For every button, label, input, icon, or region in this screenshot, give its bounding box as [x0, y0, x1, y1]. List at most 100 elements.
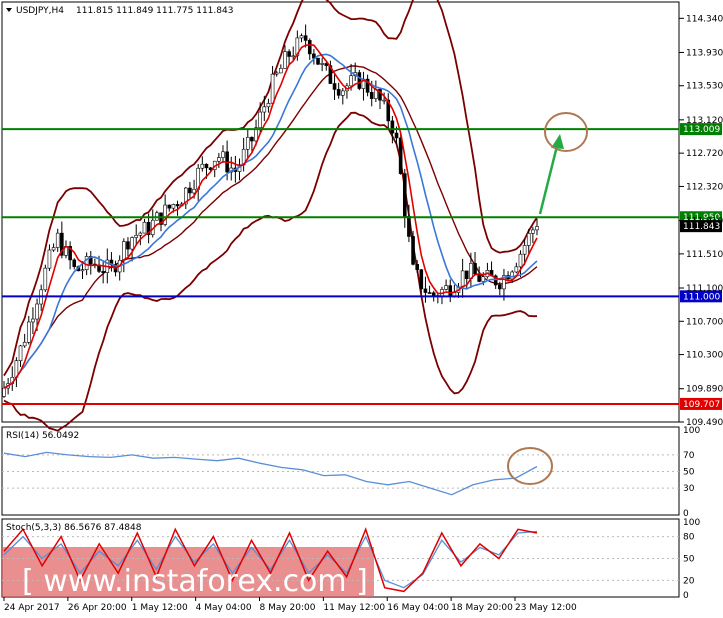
- candle-body: [250, 136, 254, 142]
- candle-body: [535, 226, 539, 231]
- candle-body: [43, 267, 48, 291]
- candle-body: [522, 245, 527, 255]
- candle-body: [55, 232, 60, 248]
- candle-body: [299, 35, 304, 39]
- rsi-tick-label: 30: [683, 484, 695, 494]
- candle-body: [221, 151, 225, 158]
- price-tick-label: 110.700: [686, 317, 723, 327]
- candle-body: [26, 321, 31, 343]
- candle-body: [287, 51, 291, 57]
- candle-body: [171, 204, 176, 209]
- watermark: [ www.instaforex.com ]: [22, 564, 368, 599]
- rsi-tick-label: 100: [683, 426, 700, 436]
- candle-body: [526, 233, 531, 246]
- candle-body: [531, 229, 535, 234]
- candle-body: [134, 234, 139, 238]
- candle-body: [419, 269, 424, 290]
- price-tick-label: 113.530: [686, 82, 723, 92]
- price-tick-label: 111.100: [686, 284, 723, 294]
- candle-body: [402, 173, 407, 217]
- candle-body: [163, 204, 167, 225]
- stoch-tick-label: 80: [683, 533, 695, 543]
- candle-body: [460, 270, 465, 288]
- candle-body: [431, 292, 436, 296]
- candle-body: [303, 35, 308, 41]
- candle-body: [283, 51, 287, 69]
- candle-body: [258, 111, 262, 129]
- price-tick-label: 113.120: [686, 116, 723, 126]
- symbol-label: USDJPY,H4: [16, 6, 64, 16]
- time-tick-label: 8 May 20:00: [260, 603, 316, 613]
- stoch-tick-label: 0: [683, 591, 689, 601]
- rsi-label: RSI(14) 56.0492: [6, 431, 79, 441]
- price-tick-label: 112.320: [686, 182, 723, 192]
- candle-body: [498, 284, 502, 290]
- candle-body: [382, 99, 386, 102]
- candle-body: [279, 68, 283, 74]
- candle-body: [514, 266, 519, 273]
- stoch-tick-label: 100: [683, 518, 700, 528]
- candle-body: [245, 136, 250, 150]
- candle-body: [101, 271, 105, 273]
- time-tick-label: 24 Apr 2017: [4, 603, 60, 613]
- candle-body: [18, 345, 23, 361]
- candle-body: [341, 90, 345, 96]
- candle-body: [394, 132, 399, 139]
- time-tick-label: 4 May 04:00: [196, 603, 252, 613]
- candle-body: [167, 204, 172, 209]
- candle-body: [469, 263, 473, 279]
- candle-body: [266, 103, 271, 108]
- candle-body: [369, 92, 374, 99]
- rsi-tick-label: 70: [683, 451, 695, 461]
- price-tick-label: 114.340: [686, 14, 723, 24]
- forex-chart: 113.009111.950111.843111.000109.707 114.…: [1, 0, 723, 613]
- candle-body: [80, 269, 85, 272]
- time-tick-label: 26 Apr 20:00: [68, 603, 127, 613]
- candle-body: [22, 341, 27, 347]
- candle-body: [291, 55, 296, 58]
- candle-body: [217, 157, 221, 162]
- time-axis: 24 Apr 2017 26 Apr 20:00 1 May 12:00 4 May …: [3, 597, 577, 613]
- stoch-axis: 100 80 50 20 0: [683, 518, 700, 601]
- candle-body: [31, 318, 35, 323]
- candle-body: [510, 271, 515, 280]
- candle-body: [390, 120, 395, 134]
- candle-body: [142, 221, 147, 234]
- candle-body: [307, 40, 312, 55]
- candle-body: [423, 288, 428, 293]
- candle-body: [332, 83, 337, 90]
- stoch-tick-label: 20: [683, 576, 695, 586]
- candle-body: [126, 241, 130, 250]
- time-tick-label: 16 May 04:00: [387, 603, 449, 613]
- price-panel: [1, 1, 680, 423]
- candle-body: [349, 75, 353, 87]
- price-tick-label: 111.910: [686, 217, 723, 227]
- time-tick-label: 18 May 20:00: [451, 603, 513, 613]
- candle-body: [427, 292, 432, 294]
- candle-body: [415, 264, 419, 270]
- candle-body: [138, 232, 143, 236]
- candle-body: [130, 237, 134, 250]
- candle-body: [336, 89, 341, 96]
- candle-body: [274, 72, 279, 75]
- stoch-label: Stoch(5,3,3) 86.5676 87.4848: [6, 523, 142, 533]
- candle-body: [357, 72, 362, 89]
- candle-body: [320, 63, 324, 65]
- price-axis: 114.340 113.930 113.530 113.120 112.720 112.3…: [679, 14, 723, 428]
- level-price-label: 113.009: [683, 125, 720, 135]
- candle-body: [51, 247, 56, 251]
- candle-body: [411, 236, 415, 265]
- rsi-tick-label: 50: [683, 468, 695, 478]
- candle-body: [200, 163, 205, 169]
- candle-body: [122, 241, 126, 261]
- candle-body: [188, 187, 192, 194]
- candle-body: [448, 285, 453, 297]
- candle-body: [464, 270, 469, 279]
- candle-body: [47, 249, 52, 269]
- price-tick-label: 109.890: [686, 385, 723, 395]
- stoch-tick-label: 50: [683, 555, 695, 565]
- candle-body: [2, 387, 6, 397]
- time-tick-label: 23 May 12:00: [515, 603, 577, 613]
- candle-body: [316, 57, 320, 65]
- price-tick-label: 110.300: [686, 351, 723, 361]
